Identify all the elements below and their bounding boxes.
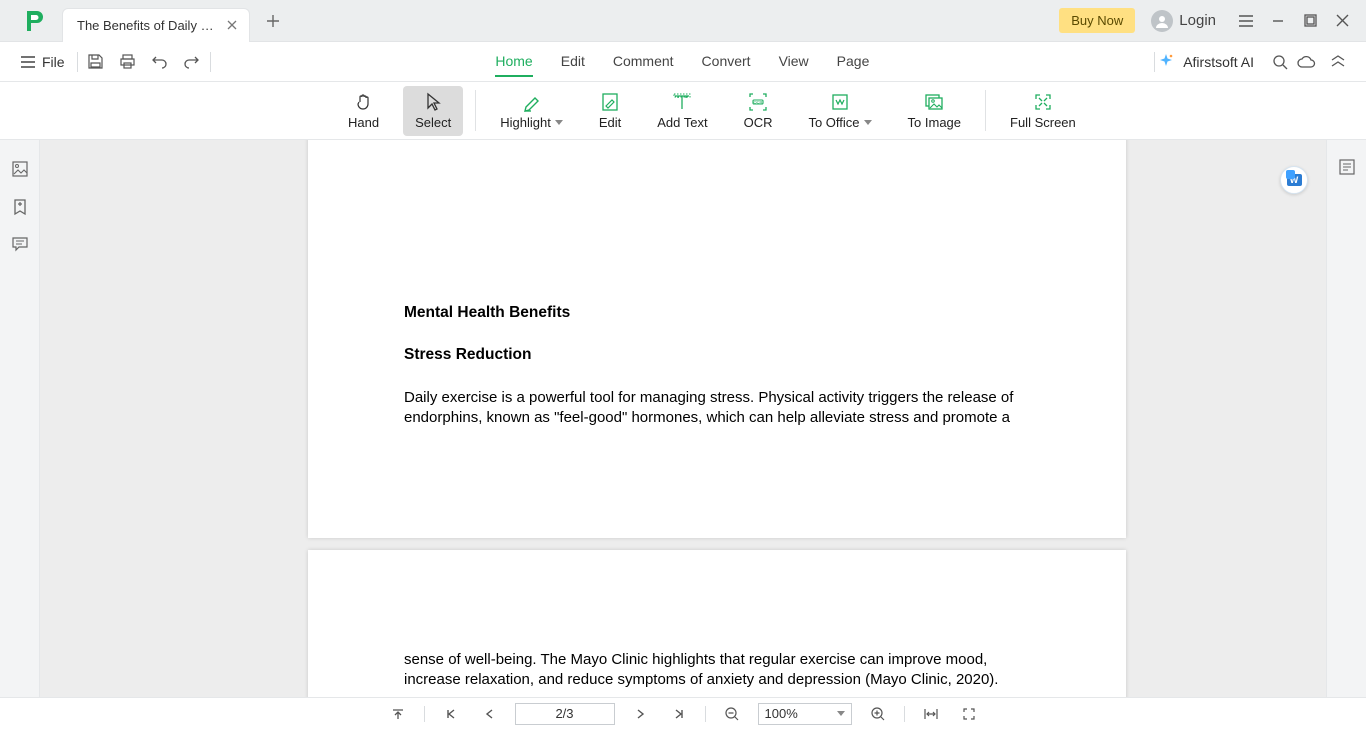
hand-icon [354, 91, 374, 113]
convert-to-word-badge[interactable]: W [1280, 166, 1308, 194]
redo-icon[interactable] [176, 46, 208, 78]
ribbon-toolbar: Hand Select Highlight Edit Add Text OCR … [0, 82, 1366, 140]
next-page-icon[interactable] [629, 702, 653, 726]
fullscreen-icon [1033, 91, 1053, 113]
ocr-icon: OCR [748, 91, 768, 113]
edit-icon [601, 91, 619, 113]
zoom-select[interactable]: 100% [758, 703, 852, 725]
fullscreen-label: Full Screen [1010, 115, 1076, 130]
buy-now-button[interactable]: Buy Now [1059, 8, 1135, 33]
chevron-down-icon [555, 120, 563, 125]
paragraph-stress-1: Daily exercise is a powerful tool for ma… [404, 388, 1030, 428]
page-1: Mental Health Benefits Stress Reduction … [308, 140, 1126, 538]
to-office-button[interactable]: To Office [790, 82, 889, 139]
tab-comment[interactable]: Comment [613, 47, 674, 77]
chevron-down-icon [864, 120, 872, 125]
chevron-down-icon [837, 711, 845, 716]
tooffice-label: To Office [808, 115, 859, 130]
page-2: sense of well-being. The Mayo Clinic hig… [308, 550, 1126, 697]
add-text-button[interactable]: Add Text [639, 82, 725, 139]
maximize-icon[interactable] [1294, 5, 1326, 37]
zoom-in-icon[interactable] [866, 702, 890, 726]
login-label: Login [1179, 12, 1216, 29]
ocr-label: OCR [744, 115, 773, 130]
document-area[interactable]: Mental Health Benefits Stress Reduction … [40, 140, 1326, 697]
file-label: File [42, 54, 65, 70]
fullscreen-button[interactable]: Full Screen [992, 82, 1094, 139]
select-tool-button[interactable]: Select [403, 86, 463, 136]
close-tab-icon[interactable] [225, 18, 239, 32]
addtext-label: Add Text [657, 115, 707, 130]
login-button[interactable]: Login [1151, 10, 1216, 32]
tab-home[interactable]: Home [495, 47, 532, 77]
to-image-icon [924, 91, 944, 113]
add-text-icon [672, 91, 692, 113]
close-window-icon[interactable] [1326, 5, 1358, 37]
hamburger-icon [20, 55, 36, 69]
heading-mental-health: Mental Health Benefits [404, 303, 1030, 323]
highlight-label: Highlight [500, 115, 551, 130]
sparkle-icon [1157, 53, 1175, 71]
main-tabs: Home Edit Comment Convert View Page [213, 47, 1153, 77]
status-bar: 2/3 100% [0, 697, 1366, 729]
highlight-button[interactable]: Highlight [482, 82, 581, 139]
minimize-icon[interactable] [1262, 5, 1294, 37]
to-office-icon [830, 91, 850, 113]
first-page-icon[interactable] [439, 702, 463, 726]
highlighter-icon [522, 91, 542, 113]
prev-page-icon[interactable] [477, 702, 501, 726]
document-tab[interactable]: The Benefits of Daily Exe... [62, 8, 250, 42]
zoom-out-icon[interactable] [720, 702, 744, 726]
zoom-value: 100% [765, 706, 798, 721]
edit-button[interactable]: Edit [581, 82, 639, 139]
select-label: Select [415, 115, 451, 130]
svg-text:OCR: OCR [754, 100, 763, 105]
tab-convert[interactable]: Convert [702, 47, 751, 77]
left-side-panel [0, 140, 40, 697]
hand-tool-button[interactable]: Hand [330, 82, 397, 139]
scroll-to-top-icon[interactable] [386, 702, 410, 726]
tab-edit[interactable]: Edit [561, 47, 585, 77]
cursor-icon [424, 91, 442, 113]
collapse-ribbon-icon[interactable] [1330, 55, 1346, 69]
app-logo-icon [20, 7, 48, 35]
print-icon[interactable] [112, 46, 144, 78]
user-avatar-icon [1151, 10, 1173, 32]
hand-label: Hand [348, 115, 379, 130]
file-menu-button[interactable]: File [20, 54, 65, 70]
tab-view[interactable]: View [779, 47, 809, 77]
ai-label: Afirstsoft AI [1183, 54, 1254, 70]
tab-title: The Benefits of Daily Exe... [77, 18, 217, 33]
title-bar: The Benefits of Daily Exe... Buy Now Log… [0, 0, 1366, 42]
heading-stress-reduction: Stress Reduction [404, 345, 1030, 365]
properties-icon[interactable] [1338, 158, 1356, 176]
page-number-input[interactable]: 2/3 [515, 703, 615, 725]
fit-page-icon[interactable] [957, 702, 981, 726]
hamburger-menu-icon[interactable] [1230, 5, 1262, 37]
search-icon[interactable] [1264, 46, 1296, 78]
ai-button[interactable]: Afirstsoft AI [1157, 53, 1254, 71]
paragraph-stress-2: sense of well-being. The Mayo Clinic hig… [404, 650, 1030, 690]
ocr-button[interactable]: OCR OCR [726, 82, 791, 139]
edit-label: Edit [599, 115, 621, 130]
bookmark-icon[interactable] [12, 198, 28, 216]
last-page-icon[interactable] [667, 702, 691, 726]
new-tab-button[interactable] [260, 8, 286, 34]
thumbnails-icon[interactable] [11, 160, 29, 178]
right-side-panel [1326, 140, 1366, 697]
menu-bar: File Home Edit Comment Convert View Page… [0, 42, 1366, 82]
save-icon[interactable] [80, 46, 112, 78]
workspace: Mental Health Benefits Stress Reduction … [0, 140, 1366, 697]
cloud-icon[interactable] [1296, 54, 1316, 70]
tab-page[interactable]: Page [837, 47, 870, 77]
page-number-value: 2/3 [555, 706, 573, 721]
fit-width-icon[interactable] [919, 702, 943, 726]
to-image-button[interactable]: To Image [890, 82, 979, 139]
toimage-label: To Image [908, 115, 961, 130]
comments-panel-icon[interactable] [11, 236, 29, 252]
undo-icon[interactable] [144, 46, 176, 78]
